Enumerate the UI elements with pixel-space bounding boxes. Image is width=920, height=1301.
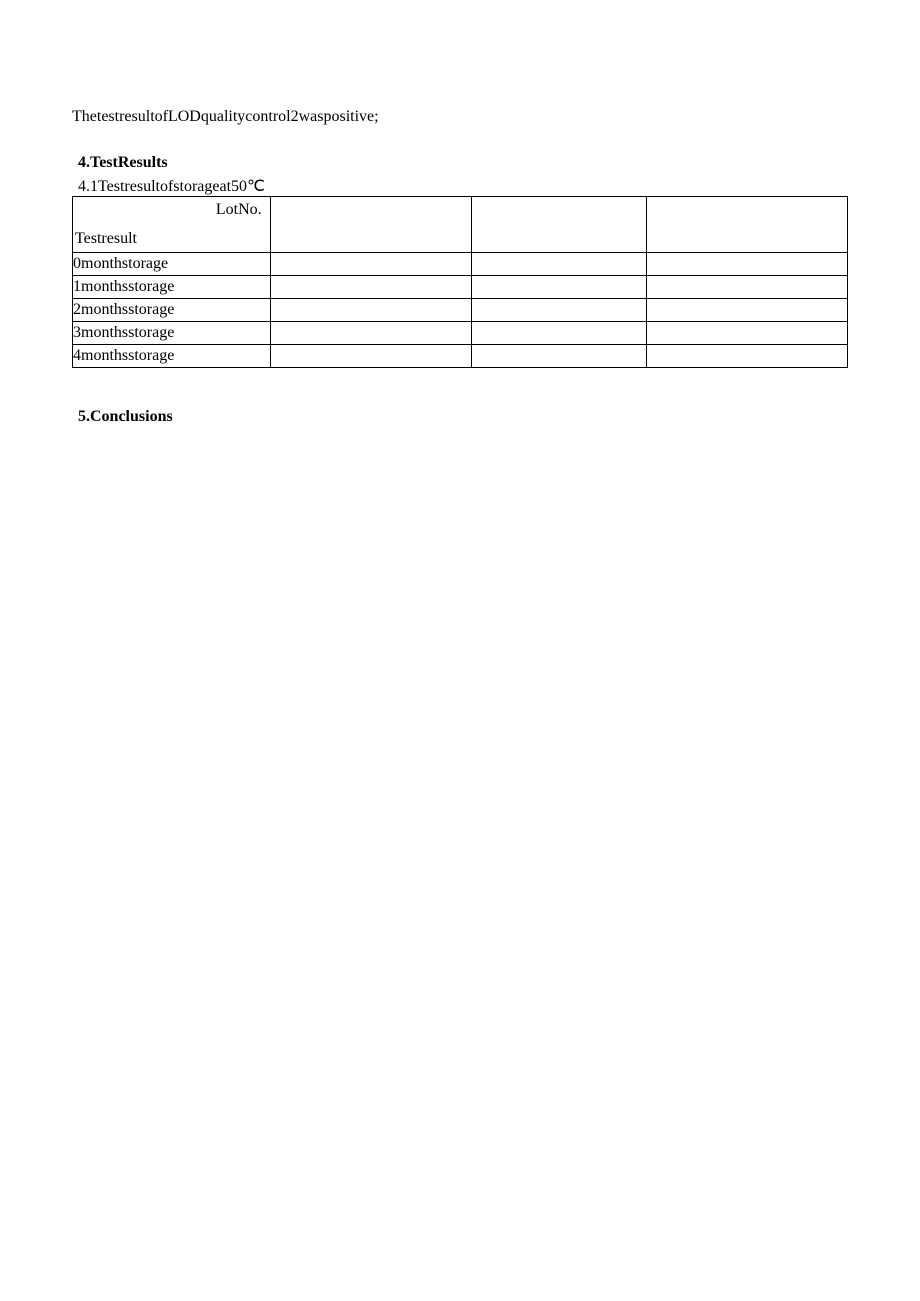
table-header-lotno: LotNo. [216, 201, 262, 219]
table-row: 2monthsstorage [73, 299, 848, 322]
table-cell [472, 345, 646, 368]
table-cell [270, 276, 472, 299]
row-label: 4monthsstorage [73, 345, 271, 368]
section-heading-conclusions: 5.Conclusions [78, 408, 848, 426]
row-label: 3monthsstorage [73, 322, 271, 345]
table-row: 3monthsstorage [73, 322, 848, 345]
table-cell [270, 253, 472, 276]
table-header-col-3 [646, 197, 848, 253]
row-label: 0monthstorage [73, 253, 271, 276]
table-header-col-2 [472, 197, 646, 253]
table-row: 0monthstorage [73, 253, 848, 276]
table-cell [270, 322, 472, 345]
table-row: 4monthsstorage [73, 345, 848, 368]
table-cell [646, 299, 848, 322]
section-heading-results: 4.TestResults [78, 154, 848, 172]
table-header-diag-cell: LotNo. Testresult [73, 197, 271, 253]
results-table: LotNo. Testresult 0monthstorage 1monthss… [72, 196, 848, 368]
subheading-results: 4.1Testresultofstorageat50℃ [78, 176, 848, 196]
table-cell [270, 299, 472, 322]
table-cell [270, 345, 472, 368]
table-cell [646, 322, 848, 345]
table-row: 1monthsstorage [73, 276, 848, 299]
table-cell [472, 322, 646, 345]
row-label: 1monthsstorage [73, 276, 271, 299]
table-cell [646, 345, 848, 368]
table-header-testresult: Testresult [75, 230, 137, 248]
table-header-row: LotNo. Testresult [73, 197, 848, 253]
table-cell [472, 299, 646, 322]
table-cell [646, 276, 848, 299]
table-header-col-1 [270, 197, 472, 253]
intro-text: ThetestresultofLODqualitycontrol2wasposi… [72, 108, 848, 126]
document-page: ThetestresultofLODqualitycontrol2wasposi… [0, 0, 920, 426]
table-cell [472, 276, 646, 299]
table-cell [646, 253, 848, 276]
table-cell [472, 253, 646, 276]
row-label: 2monthsstorage [73, 299, 271, 322]
